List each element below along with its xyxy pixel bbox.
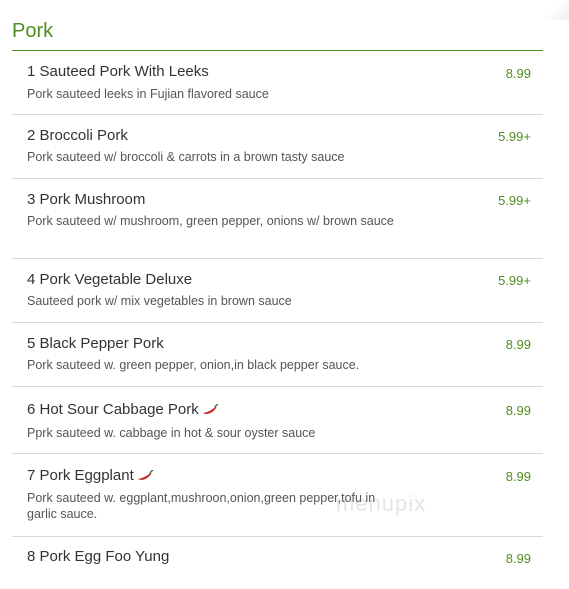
menu-item[interactable]: 3 Pork Mushroom Pork sauteed w/ mushroom…: [12, 179, 543, 259]
item-name: 4 Pork Vegetable Deluxe: [27, 271, 193, 288]
item-name: 5 Black Pepper Pork: [27, 335, 164, 352]
menu-item[interactable]: 7 Pork Eggplant Pork sauteed w. eggplant…: [12, 454, 543, 537]
item-description: Sauteed pork w/ mix vegetables in brown …: [27, 294, 292, 308]
item-price: 5.99+: [498, 273, 531, 288]
chili-pepper-icon: [137, 470, 154, 480]
item-description: Pork sauteed w. green pepper, onion,in b…: [27, 358, 360, 372]
item-price: 8.99: [505, 551, 531, 566]
item-name: 2 Broccoli Pork: [27, 127, 128, 144]
menu-item[interactable]: 1 Sauteed Pork With Leeks Pork sauteed l…: [12, 51, 543, 115]
item-description: Pork sauteed w/ mushroom, green pepper, …: [27, 214, 394, 228]
section-title: Pork: [12, 20, 54, 42]
item-price: 8.99: [505, 66, 531, 81]
menu-item[interactable]: 6 Hot Sour Cabbage Pork Pprk sauteed w. …: [12, 387, 543, 454]
menu-item[interactable]: 5 Black Pepper Pork Pork sauteed w. gree…: [12, 323, 543, 387]
item-price: 8.99: [505, 403, 531, 418]
item-name: 1 Sauteed Pork With Leeks: [27, 63, 209, 80]
menu-item[interactable]: 8 Pork Egg Foo Yung 8.99: [12, 537, 543, 581]
item-price: 8.99: [505, 337, 531, 352]
item-price: 5.99+: [498, 129, 531, 144]
item-price: 5.99+: [498, 193, 531, 208]
item-price: 8.99: [505, 469, 531, 484]
item-name: 6 Hot Sour Cabbage Pork: [27, 401, 219, 418]
item-description: Pork sauteed w/ broccoli & carrots in a …: [27, 150, 345, 164]
menu-item[interactable]: 4 Pork Vegetable Deluxe Sauteed pork w/ …: [12, 259, 543, 323]
item-name: 8 Pork Egg Foo Yung: [27, 548, 170, 565]
item-name: 3 Pork Mushroom: [27, 191, 146, 208]
corner-shadow: [539, 0, 569, 20]
menu-list: 1 Sauteed Pork With Leeks Pork sauteed l…: [12, 51, 543, 581]
item-description: Pprk sauteed w. cabbage in hot & sour oy…: [27, 426, 316, 440]
chili-pepper-icon: [202, 404, 219, 414]
item-description: Pork sauteed leeks in Fujian flavored sa…: [27, 87, 269, 101]
menu-item[interactable]: 2 Broccoli Pork Pork sauteed w/ broccoli…: [12, 115, 543, 179]
watermark: menupix: [336, 491, 427, 516]
item-name: 7 Pork Eggplant: [27, 467, 154, 484]
